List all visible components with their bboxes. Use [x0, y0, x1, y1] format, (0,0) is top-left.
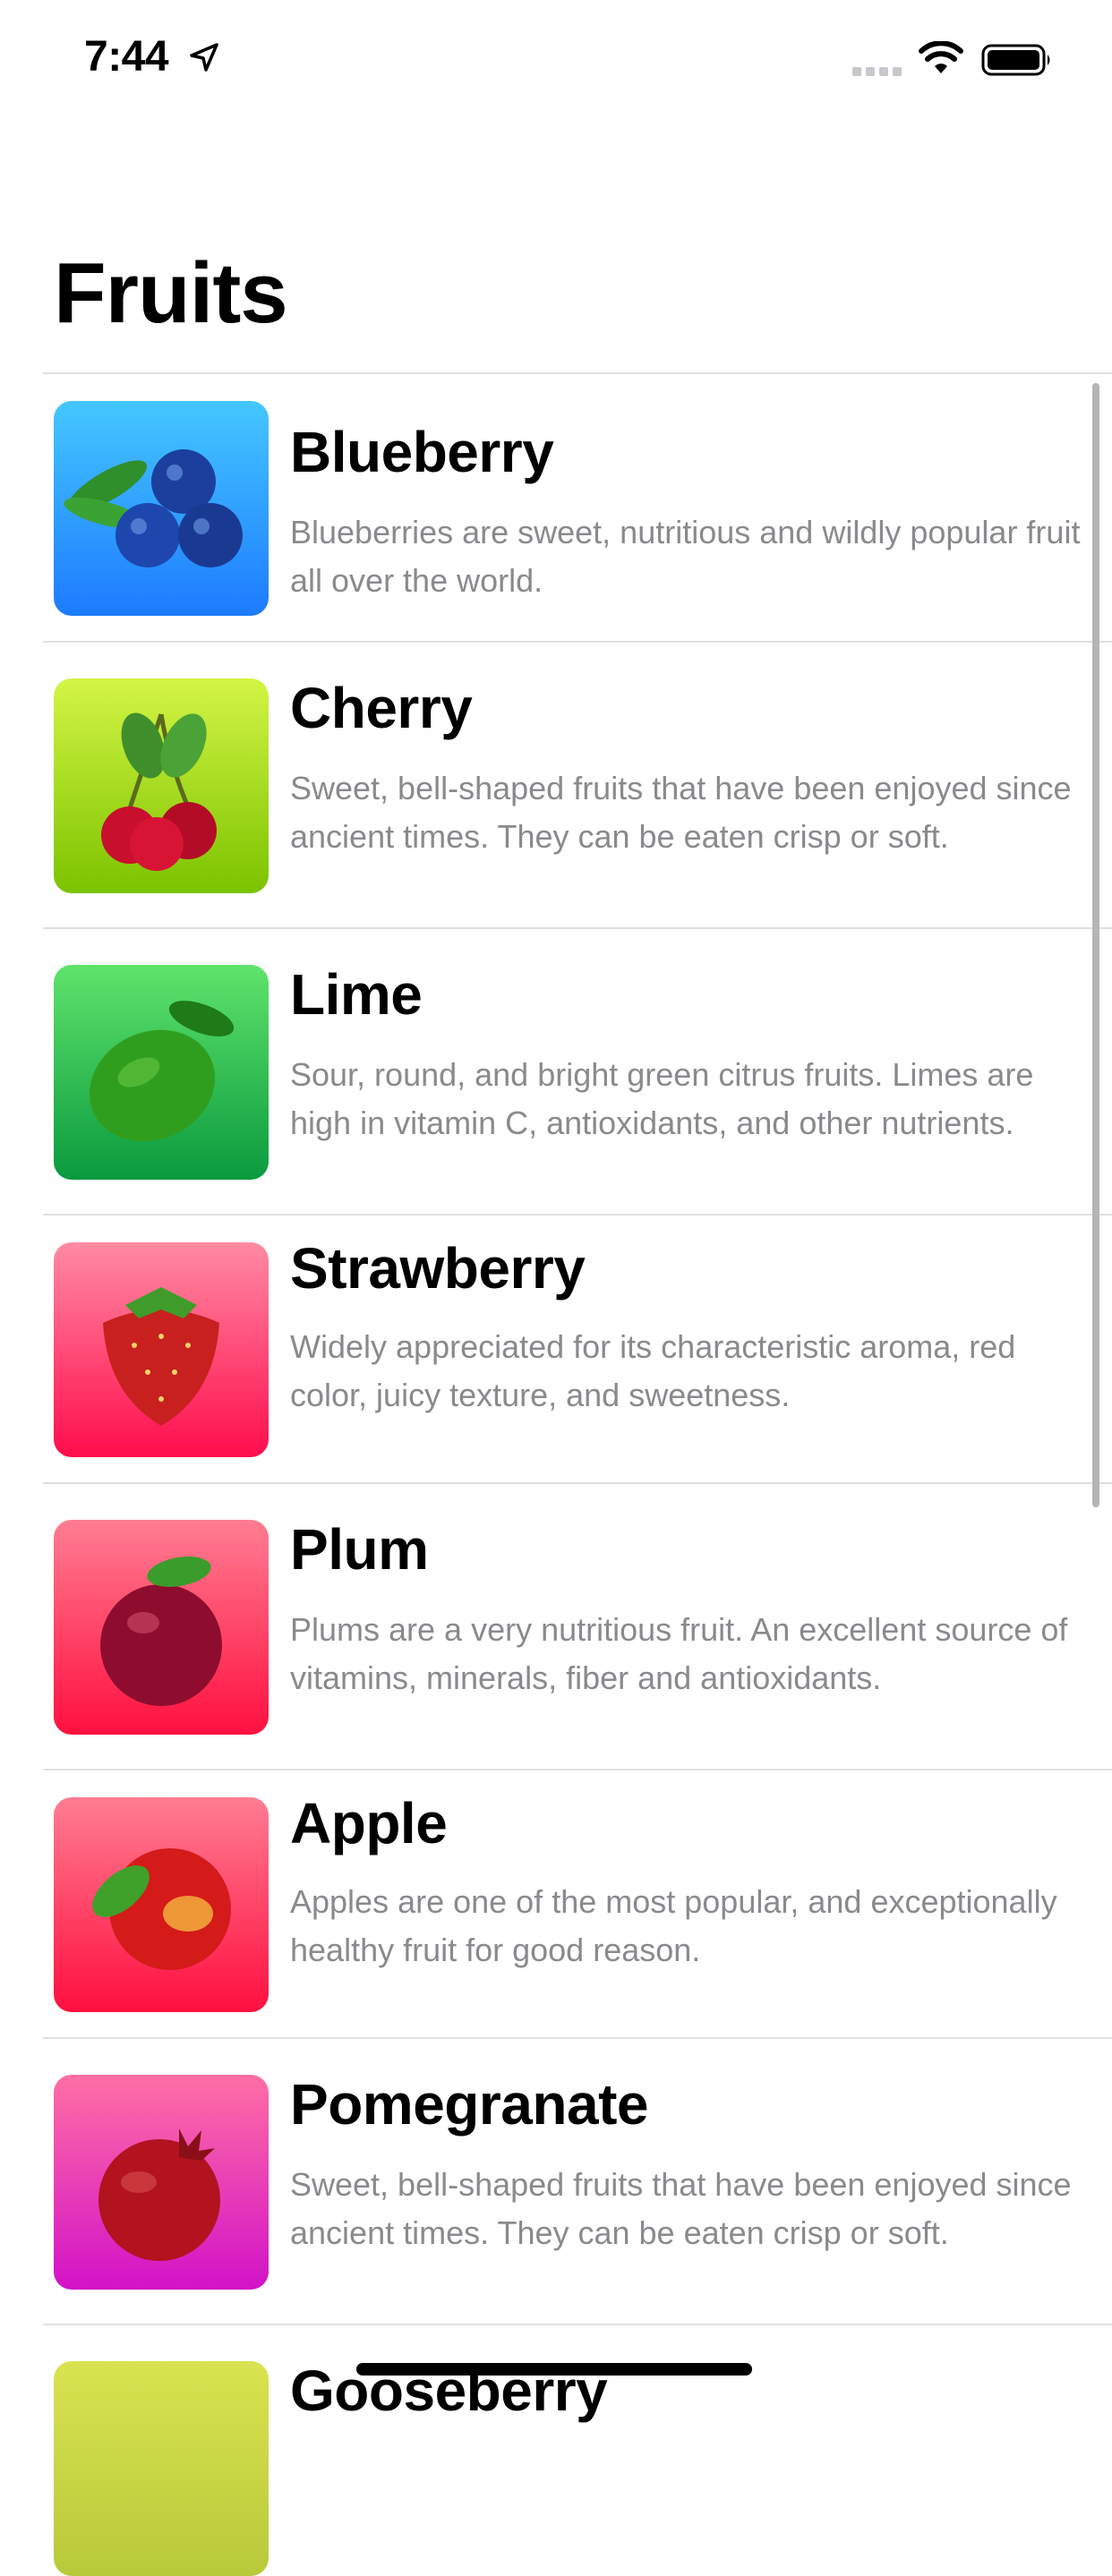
page-title: Fruits — [54, 245, 288, 341]
fruit-description: Blueberries are sweet, nutritious and wi… — [290, 514, 1081, 599]
wifi-icon — [919, 41, 963, 73]
list-item[interactable]: Lime Sour, round, and bright green citru… — [43, 927, 1112, 1214]
fruit-description: Widely appreciated for its characteristi… — [290, 1328, 1016, 1413]
apple-icon — [54, 1797, 269, 2012]
status-bar: 7:44 — [0, 0, 1112, 116]
pomegranate-icon — [54, 2075, 269, 2290]
list-item[interactable]: Blueberry Blueberries are sweet, nutriti… — [43, 372, 1112, 641]
list-item[interactable]: Cherry Sweet, bell-shaped fruits that ha… — [43, 641, 1112, 927]
fruit-description: Plums are a very nutritious fruit. An ex… — [290, 1611, 1068, 1696]
blueberry-icon — [54, 401, 269, 616]
list-item[interactable]: Apple Apples are one of the most popular… — [43, 1769, 1112, 2037]
fruit-title: Apple — [290, 1791, 448, 1855]
cherry-icon — [54, 678, 269, 893]
fruit-description: Sour, round, and bright green citrus fru… — [290, 1056, 1034, 1141]
status-time: 7:44 — [84, 33, 169, 81]
fruit-title: Lime — [290, 962, 423, 1027]
strawberry-icon — [54, 1242, 269, 1457]
fruit-description: Apples are one of the most popular, and … — [290, 1883, 1057, 1968]
fruit-description: Sweet, bell-shaped fruits that have been… — [290, 2166, 1072, 2251]
fruit-title: Blueberry — [290, 420, 554, 484]
fruit-title: Plum — [290, 1517, 429, 1582]
lime-icon — [54, 965, 269, 1180]
fruit-list: Blueberry Blueberries are sweet, nutriti… — [43, 372, 1112, 2576]
list-item[interactable]: Strawberry Widely appreciated for its ch… — [43, 1214, 1112, 1482]
fruit-title: Strawberry — [290, 1236, 586, 1301]
fruit-title: Pomegranate — [290, 2072, 648, 2137]
cellular-signal-icon — [852, 67, 902, 76]
battery-icon — [981, 44, 1050, 76]
scroll-indicator[interactable] — [1092, 383, 1099, 1507]
list-item[interactable]: Pomegranate Sweet, bell-shaped fruits th… — [43, 2037, 1112, 2324]
gooseberry-icon — [54, 2361, 269, 2576]
plum-icon — [54, 1520, 269, 1735]
list-item[interactable]: Plum Plums are a very nutritious fruit. … — [43, 1482, 1112, 1769]
fruit-title: Cherry — [290, 676, 473, 740]
home-indicator[interactable] — [356, 2363, 752, 2376]
fruit-description: Sweet, bell-shaped fruits that have been… — [290, 770, 1072, 855]
location-arrow-icon — [190, 43, 218, 72]
list-item[interactable]: Gooseberry — [43, 2324, 1112, 2576]
